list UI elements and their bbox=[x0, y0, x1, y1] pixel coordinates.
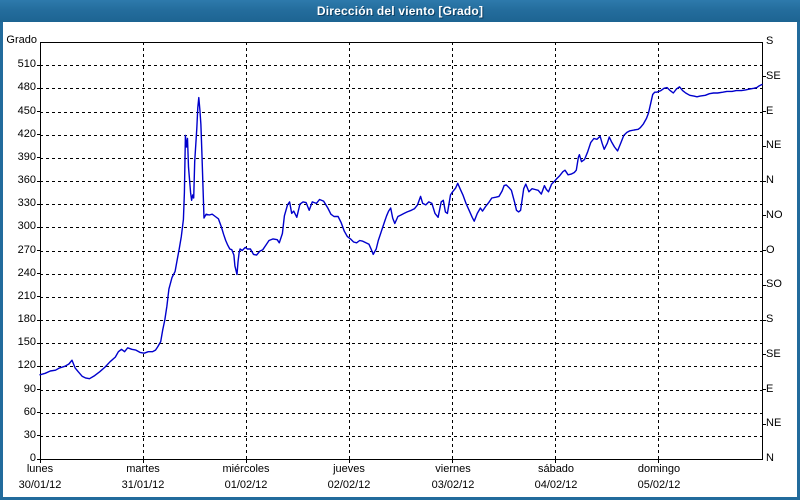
wind-direction-line bbox=[40, 85, 762, 379]
wind-direction-chart bbox=[0, 0, 800, 500]
